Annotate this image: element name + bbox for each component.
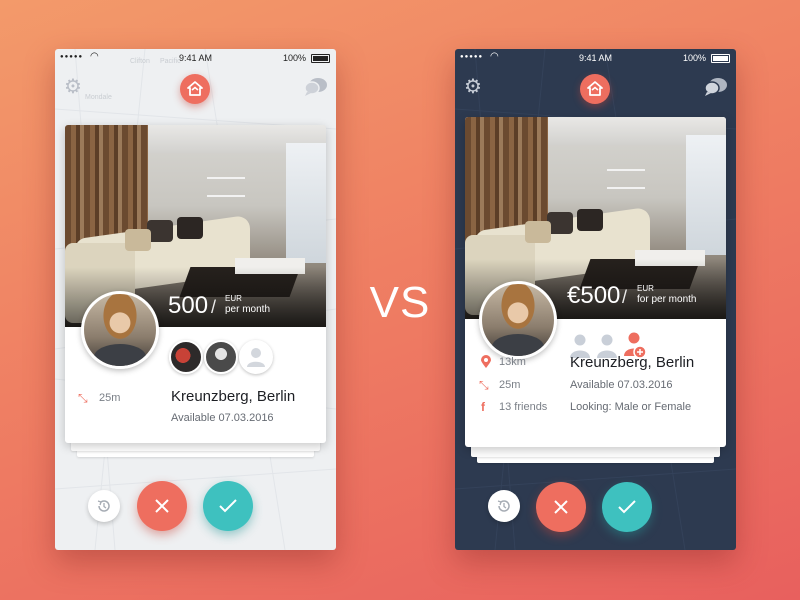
home-icon xyxy=(187,81,203,96)
reject-button[interactable] xyxy=(536,482,586,532)
check-icon xyxy=(219,499,237,513)
history-icon xyxy=(497,500,510,512)
facebook-icon: f xyxy=(481,400,485,414)
availability-text: Available 07.03.2016 xyxy=(171,412,274,424)
looking-for-text: Looking: Male or Female xyxy=(570,401,692,413)
person-icon xyxy=(247,348,265,367)
app-logo-button[interactable] xyxy=(180,74,210,104)
chat-bubbles-icon[interactable] xyxy=(704,77,728,97)
battery-icon xyxy=(311,54,330,63)
price-currency: EUR xyxy=(225,294,242,303)
battery-icon xyxy=(711,54,730,63)
listing-card[interactable]: €500 / EUR for per month 13km ⤡ 25m f 13… xyxy=(465,117,726,447)
phone-light-theme: Clifton Pacific Mondale ●●●●● ◠ 9:41 AM … xyxy=(55,49,336,550)
price-amount: €500 xyxy=(567,282,621,309)
listing-title: Kreunzberg, Berlin xyxy=(171,388,296,405)
gear-icon[interactable]: ⚙ xyxy=(464,77,482,97)
price-separator: / xyxy=(211,297,217,317)
empty-friend-slot[interactable] xyxy=(239,340,273,374)
price-currency: EUR xyxy=(637,284,654,293)
host-avatar[interactable] xyxy=(479,281,557,359)
availability-text: Available 07.03.2016 xyxy=(570,379,673,391)
listing-title: Kreunzberg, Berlin xyxy=(570,354,695,371)
chat-bubbles-icon[interactable] xyxy=(304,77,328,97)
battery-percent: 100% xyxy=(682,53,706,63)
history-button[interactable] xyxy=(88,490,120,522)
close-icon xyxy=(155,499,169,513)
expand-icon: ⤡ xyxy=(479,378,489,392)
versus-label: VS xyxy=(369,278,431,327)
distance-text: 25m xyxy=(99,392,121,404)
map-label: Mondale xyxy=(85,94,112,101)
price-amount: 500 xyxy=(168,292,209,319)
friend-avatar[interactable] xyxy=(204,340,238,374)
close-icon xyxy=(554,500,568,514)
history-icon xyxy=(97,500,110,512)
friends-count: 13 friends xyxy=(499,401,548,413)
map-pin-icon xyxy=(481,355,491,368)
host-avatar[interactable] xyxy=(81,291,159,369)
status-bar: ●●●●● ◠ 9:41 AM 100% xyxy=(55,49,336,67)
status-bar: ●●●●● ◠ 9:41 AM 100% xyxy=(455,49,736,67)
friend-avatar[interactable] xyxy=(169,340,203,374)
history-button[interactable] xyxy=(488,490,520,522)
price-period: for per month xyxy=(637,294,697,305)
size-text: 25m xyxy=(499,379,521,391)
app-logo-button[interactable] xyxy=(580,74,610,104)
battery-percent: 100% xyxy=(282,53,306,63)
accept-button[interactable] xyxy=(602,482,652,532)
location-distance: 13km xyxy=(499,356,526,368)
listing-card[interactable]: 500 / EUR per month ⤡ 25m Kreunzberg, Be… xyxy=(65,125,326,443)
expand-icon: ⤡ xyxy=(78,391,88,405)
phone-dark-theme: ●●●●● ◠ 9:41 AM 100% ⚙ €500 / EUR for pe… xyxy=(455,49,736,550)
home-icon xyxy=(587,81,603,96)
gear-icon[interactable]: ⚙ xyxy=(64,77,82,97)
accept-button[interactable] xyxy=(203,481,253,531)
reject-button[interactable] xyxy=(137,481,187,531)
price-separator: / xyxy=(622,287,628,307)
price-period: per month xyxy=(225,304,271,315)
check-icon xyxy=(618,500,636,514)
